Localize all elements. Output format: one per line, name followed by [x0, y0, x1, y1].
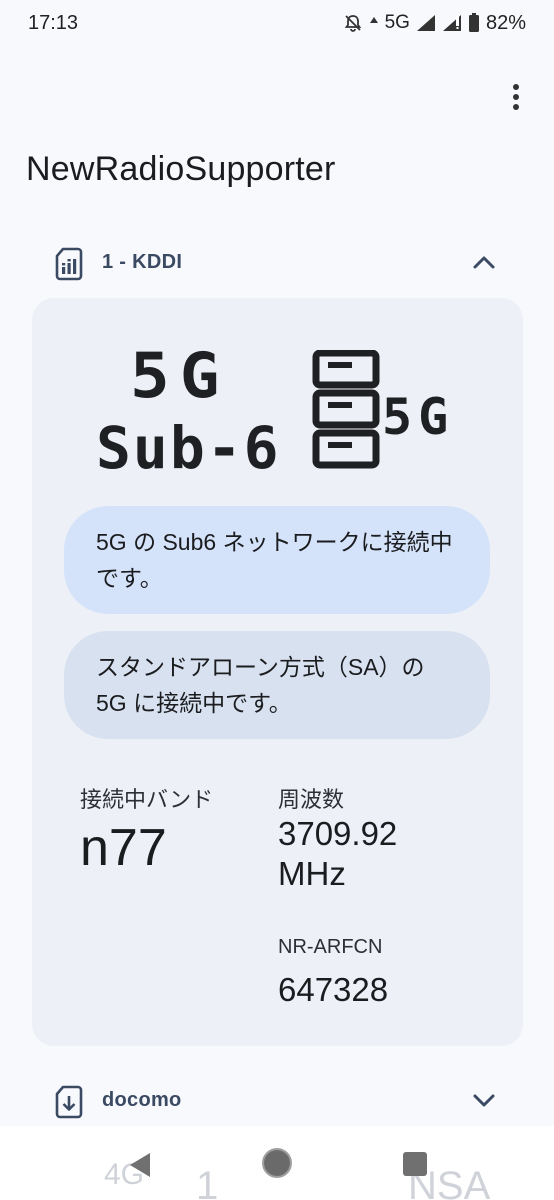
chevron-down-icon[interactable] — [470, 1088, 498, 1117]
more-vert-icon — [513, 84, 519, 90]
connection-status-message: 5G の Sub6 ネットワークに接続中です。 — [64, 506, 490, 614]
more-vert-dot — [513, 94, 519, 100]
network-tech-5g: 5G — [130, 338, 230, 413]
back-icon[interactable] — [126, 1150, 154, 1185]
signal-sim2-icon — [442, 14, 462, 32]
network-tech-sub6: Sub-6 — [96, 414, 281, 482]
faded-sim-number: 1 — [196, 1164, 219, 1200]
chevron-up-icon[interactable] — [470, 250, 498, 279]
standalone-status-message: スタンドアローン方式（SA）の 5G に接続中です。 — [64, 631, 490, 739]
band-label: 接続中バンド — [80, 787, 214, 812]
arfcn-label: NR-ARFCN — [278, 936, 383, 958]
sim1-label: 1 - KDDI — [102, 251, 183, 273]
sim2-label: docomo — [102, 1089, 182, 1111]
page-title: NewRadioSupporter — [26, 150, 336, 188]
overflow-menu-button[interactable] — [506, 80, 526, 114]
status-time: 17:13 — [28, 11, 79, 34]
recents-icon[interactable] — [402, 1151, 428, 1182]
arfcn-value: 647328 — [278, 971, 389, 1008]
signal-icon — [416, 14, 436, 32]
status-icons: 5G 82% — [343, 12, 526, 35]
data-arrow-icon — [369, 16, 379, 30]
sim2-header[interactable]: docomo — [0, 1076, 554, 1126]
network-type: 5G — [384, 12, 410, 33]
frequency-label: 周波数 — [278, 787, 345, 812]
more-vert-dot — [513, 104, 519, 110]
sim1-header[interactable]: 1 - KDDI — [0, 238, 554, 288]
standalone-5g-label: 5G — [382, 388, 455, 446]
band-value: n77 — [80, 819, 167, 877]
battery-level: 82% — [485, 11, 526, 34]
sim-download-icon — [54, 1085, 84, 1124]
home-icon[interactable] — [260, 1146, 294, 1185]
mute-icon — [343, 13, 363, 33]
frequency-unit: MHz — [278, 855, 346, 892]
battery-icon — [468, 13, 480, 33]
frequency-value: 3709.92 — [278, 815, 398, 852]
status-bar: 17:13 5G 82% — [0, 0, 554, 46]
sim-card-icon — [54, 247, 84, 286]
